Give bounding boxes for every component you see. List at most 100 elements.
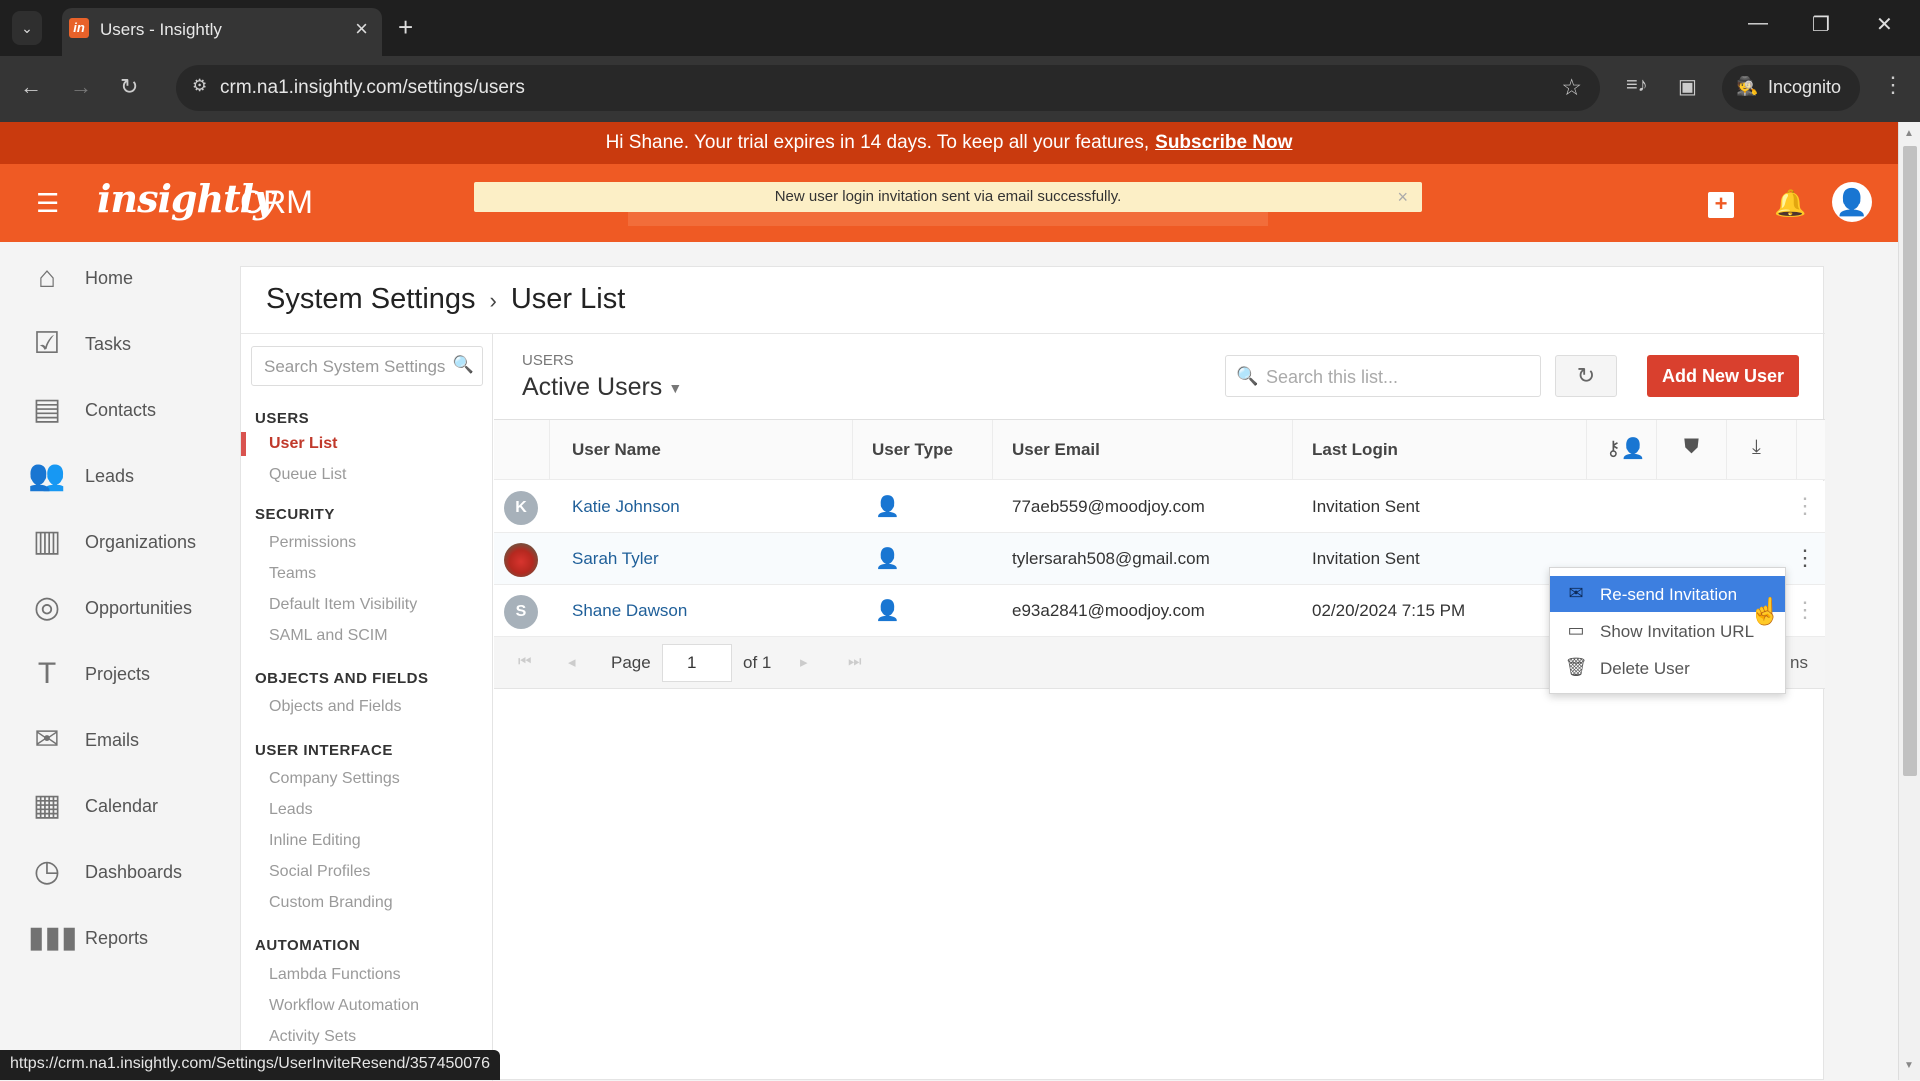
last-login: Invitation Sent: [1312, 497, 1420, 516]
shield-icon[interactable]: ⛊: [1684, 436, 1699, 459]
scroll-up-arrow-icon[interactable]: ▲: [1904, 128, 1914, 139]
toast-message: New user login invitation sent via email…: [774, 188, 1122, 205]
nav-item-tasks[interactable]: ☑ Tasks: [28, 322, 228, 366]
column-header-user-type[interactable]: User Type: [872, 440, 953, 460]
hamburger-menu-icon[interactable]: ☰: [36, 190, 59, 216]
settings-link-saml-scim[interactable]: SAML and SCIM: [269, 627, 388, 645]
scroll-down-arrow-icon[interactable]: ▼: [1904, 1060, 1914, 1071]
view-selector-dropdown[interactable]: Active Users ▼: [522, 373, 682, 402]
prev-page-icon[interactable]: ◂: [568, 653, 576, 671]
settings-link-workflow-automation[interactable]: Workflow Automation: [269, 997, 419, 1015]
breadcrumb-parent[interactable]: System Settings: [266, 283, 476, 315]
notifications-bell-icon[interactable]: 🔔: [1774, 188, 1806, 219]
section-heading-objects-fields: OBJECTS AND FIELDS: [255, 670, 429, 687]
settings-link-leads[interactable]: Leads: [269, 801, 313, 819]
search-icon[interactable]: 🔍: [453, 355, 474, 375]
reload-icon[interactable]: ↻: [120, 74, 138, 100]
nav-item-calendar[interactable]: ▦ Calendar: [28, 784, 228, 828]
browser-menu-icon[interactable]: ⋮: [1882, 72, 1904, 98]
toast-close-icon[interactable]: ×: [1397, 182, 1408, 212]
nav-label: Calendar: [85, 796, 159, 816]
settings-link-default-item-visibility[interactable]: Default Item Visibility: [269, 596, 417, 614]
nav-item-organizations[interactable]: ▥ Organizations: [28, 520, 228, 564]
incognito-indicator[interactable]: 🕵 Incognito: [1722, 65, 1860, 111]
close-window-icon[interactable]: ✕: [1876, 12, 1893, 37]
user-profile-icon[interactable]: 👤: [1832, 182, 1872, 222]
page-scrollbar[interactable]: ▲ ▼: [1898, 122, 1920, 1080]
settings-link-company-settings[interactable]: Company Settings: [269, 770, 400, 788]
new-tab-icon[interactable]: +: [398, 12, 413, 43]
settings-link-objects-fields[interactable]: Objects and Fields: [269, 698, 402, 716]
nav-item-dashboards[interactable]: ◷ Dashboards: [28, 850, 228, 894]
column-header-user-name[interactable]: User Name: [572, 440, 661, 460]
nav-item-home[interactable]: ⌂ Home: [28, 256, 228, 300]
envelope-icon: ✉: [1568, 583, 1584, 603]
section-heading-security: SECURITY: [255, 506, 335, 523]
settings-link-inline-editing[interactable]: Inline Editing: [269, 832, 361, 850]
user-name-link[interactable]: Sarah Tyler: [572, 549, 659, 569]
caret-down-icon: ▼: [668, 380, 683, 397]
active-indicator: [241, 432, 246, 456]
address-bar[interactable]: ⚙ crm.na1.insightly.com/settings/users ☆: [176, 65, 1600, 111]
refresh-button[interactable]: ↻: [1555, 355, 1617, 397]
tab-close-icon[interactable]: ×: [355, 16, 368, 42]
row-actions-kebab-icon[interactable]: ⋮: [1794, 493, 1816, 519]
user-type-icon: 👤: [875, 496, 900, 518]
nav-item-opportunities[interactable]: ◎ Opportunities: [28, 586, 228, 630]
site-settings-icon[interactable]: ⚙: [192, 76, 207, 96]
back-icon[interactable]: ←: [20, 74, 42, 100]
search-list-input[interactable]: 🔍 Search this list...: [1225, 355, 1541, 397]
settings-link-social-profiles[interactable]: Social Profiles: [269, 863, 370, 881]
subscribe-now-link[interactable]: Subscribe Now: [1155, 132, 1292, 153]
settings-link-teams[interactable]: Teams: [269, 565, 316, 583]
users-section-label: USERS: [522, 352, 574, 369]
quick-add-icon[interactable]: +: [1708, 192, 1734, 218]
projects-icon: T: [37, 657, 57, 690]
column-header-last-login[interactable]: Last Login: [1312, 440, 1398, 460]
first-page-icon[interactable]: ⏮: [518, 653, 532, 670]
avatar: K: [504, 491, 538, 525]
nav-item-leads[interactable]: 👥 Leads: [28, 454, 228, 498]
side-panel-icon[interactable]: ▣: [1678, 74, 1697, 99]
search-settings-input[interactable]: Search System Settings 🔍: [251, 346, 483, 386]
scrollbar-thumb[interactable]: [1903, 146, 1917, 776]
user-name-link[interactable]: Shane Dawson: [572, 601, 687, 621]
settings-link-permissions[interactable]: Permissions: [269, 534, 356, 552]
nav-item-reports[interactable]: ▮▮▮ Reports: [28, 916, 228, 960]
trash-icon: 🗑: [1564, 657, 1588, 677]
settings-link-activity-sets[interactable]: Activity Sets: [269, 1028, 356, 1046]
table-row[interactable]: K Katie Johnson 👤 77aeb559@moodjoy.com I…: [494, 481, 1825, 533]
settings-link-custom-branding[interactable]: Custom Branding: [269, 894, 393, 912]
next-page-icon[interactable]: ▸: [800, 653, 808, 671]
nav-label: Home: [85, 268, 134, 288]
row-actions-kebab-icon[interactable]: ⋮: [1794, 545, 1816, 571]
settings-link-queue-list[interactable]: Queue List: [269, 466, 346, 484]
page-number-input[interactable]: 1: [662, 644, 732, 682]
status-bar-url: https://crm.na1.insightly.com/Settings/U…: [0, 1050, 500, 1080]
user-name-link[interactable]: Katie Johnson: [572, 497, 680, 517]
url-text[interactable]: crm.na1.insightly.com/settings/users: [220, 77, 525, 99]
settings-link-user-list[interactable]: User List: [269, 435, 337, 453]
breadcrumb-separator-icon: ›: [489, 288, 497, 313]
forward-icon[interactable]: →: [70, 74, 92, 100]
browser-tab[interactable]: in Users - Insightly ×: [62, 8, 382, 56]
user-email: tylersarah508@gmail.com: [1012, 549, 1210, 568]
menu-item-delete-user[interactable]: 🗑 Delete User: [1550, 650, 1785, 686]
link-url-icon: ▭: [1567, 620, 1585, 640]
tab-search-dropdown[interactable]: ⌄: [12, 11, 42, 45]
bookmark-star-icon[interactable]: ☆: [1561, 74, 1582, 101]
nav-item-emails[interactable]: ✉ Emails: [28, 718, 228, 762]
settings-link-lambda-functions[interactable]: Lambda Functions: [269, 966, 401, 984]
restore-icon[interactable]: ❐: [1812, 12, 1830, 37]
last-page-icon[interactable]: ⏭: [848, 653, 862, 670]
add-new-user-button[interactable]: Add New User: [1647, 355, 1799, 397]
nav-item-projects[interactable]: T Projects: [28, 652, 228, 696]
row-actions-kebab-icon[interactable]: ⋮: [1794, 597, 1816, 623]
user-key-icon[interactable]: ⚷👤: [1606, 436, 1646, 461]
download-icon[interactable]: ⤓: [1752, 436, 1761, 459]
nav-item-contacts[interactable]: ▤ Contacts: [28, 388, 228, 432]
column-header-user-email[interactable]: User Email: [1012, 440, 1100, 460]
column-divider: [1586, 420, 1587, 480]
minimize-icon[interactable]: —: [1748, 12, 1768, 35]
media-control-icon[interactable]: ≡♪: [1626, 74, 1648, 97]
